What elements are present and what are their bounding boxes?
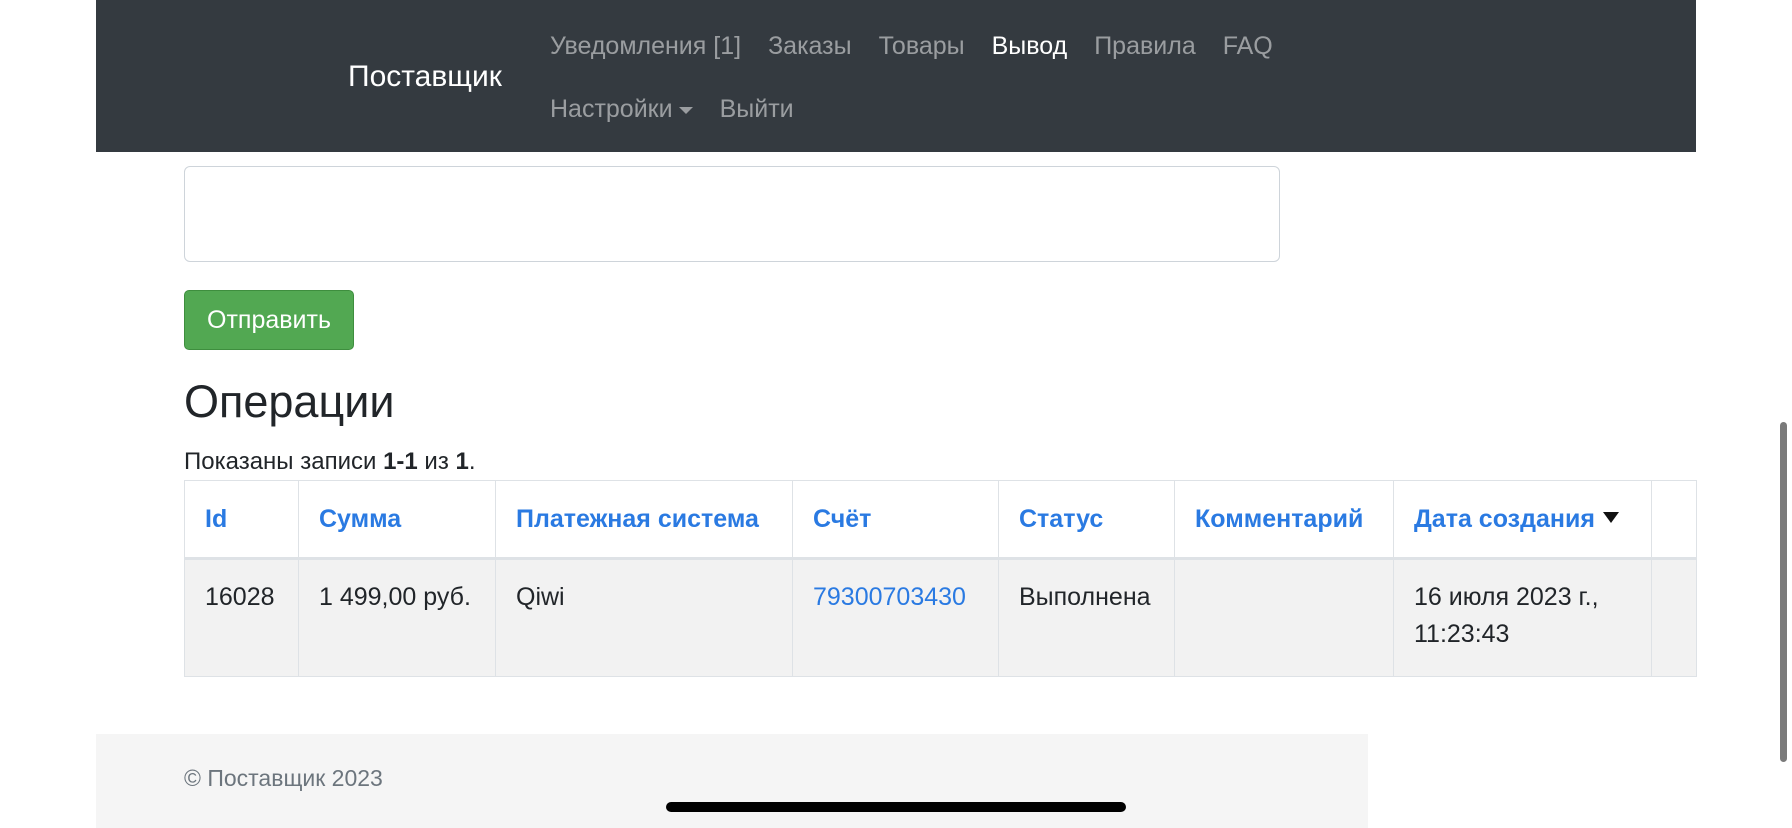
column-header-actions <box>1651 480 1697 560</box>
sort-desc-icon <box>1602 512 1619 524</box>
sort-link-id[interactable]: Id <box>205 505 227 533</box>
submit-button[interactable]: Отправить <box>184 290 354 350</box>
cell-created: 16 июля 2023 г., 11:23:43 <box>1393 558 1652 677</box>
nav-link-orders[interactable]: Заказы <box>768 24 852 68</box>
summary-range: 1-1 <box>383 448 418 475</box>
operations-table: Id Сумма Платежная система Счёт Статус К… <box>184 480 1697 677</box>
sort-link-amount[interactable]: Сумма <box>319 505 401 533</box>
summary-suffix: . <box>468 448 476 475</box>
cell-status: Выполнена <box>998 558 1175 677</box>
operations-title: Операции <box>184 376 395 427</box>
table-row: 16028 1 499,00 руб. Qiwi 79300703430 Вып… <box>184 558 1697 677</box>
sort-link-created[interactable]: Дата создания <box>1414 505 1619 533</box>
nav-dropdown-settings[interactable]: Настройки <box>550 87 693 131</box>
column-header-created: Дата создания <box>1393 480 1652 560</box>
nav-dropdown-settings-label: Настройки <box>550 95 673 123</box>
cell-comment <box>1174 558 1394 677</box>
scrollbar[interactable] <box>1780 422 1787 762</box>
page: Поставщик Уведомления [1] Заказы Товары … <box>0 0 1792 828</box>
nav-row-secondary: Настройки Выйти <box>550 87 821 131</box>
footer-copyright: © Поставщик 2023 <box>184 765 383 791</box>
column-header-payment-system: Платежная система <box>495 480 793 560</box>
nav-link-rules[interactable]: Правила <box>1094 24 1196 68</box>
caret-down-icon <box>678 106 693 114</box>
home-indicator[interactable] <box>666 802 1126 812</box>
column-header-id: Id <box>184 480 299 560</box>
sort-link-payment-system[interactable]: Платежная система <box>516 505 759 533</box>
cell-amount: 1 499,00 руб. <box>298 558 496 677</box>
column-header-amount: Сумма <box>298 480 496 560</box>
column-header-comment: Комментарий <box>1174 480 1394 560</box>
nav-row-primary: Уведомления [1] Заказы Товары Вывод Прав… <box>550 24 1300 68</box>
cell-account: 79300703430 <box>792 558 999 677</box>
nav-link-withdrawal[interactable]: Вывод <box>992 24 1068 68</box>
cell-payment-system: Qiwi <box>495 558 793 677</box>
summary-total: 1 <box>455 448 469 475</box>
records-summary: Показаны записи 1-1 из 1. <box>184 446 476 478</box>
created-time: 11:23:43 <box>1414 620 1510 648</box>
sort-link-status[interactable]: Статус <box>1019 505 1103 533</box>
nav-link-faq[interactable]: FAQ <box>1223 24 1273 68</box>
withdrawal-textarea[interactable] <box>184 166 1280 262</box>
table-header-row: Id Сумма Платежная система Счёт Статус К… <box>184 480 1697 560</box>
navbar: Поставщик Уведомления [1] Заказы Товары … <box>96 0 1696 152</box>
summary-prefix: Показаны записи <box>184 448 384 475</box>
nav-link-notifications[interactable]: Уведомления [1] <box>550 24 741 68</box>
cell-actions <box>1651 558 1697 677</box>
sort-link-comment[interactable]: Комментарий <box>1195 505 1363 533</box>
column-header-status: Статус <box>998 480 1175 560</box>
footer: © Поставщик 2023 <box>96 734 1368 828</box>
sort-link-created-label: Дата создания <box>1414 504 1595 533</box>
account-link[interactable]: 79300703430 <box>813 583 966 611</box>
summary-middle: из <box>417 448 456 475</box>
nav-link-products[interactable]: Товары <box>879 24 965 68</box>
column-header-account: Счёт <box>792 480 999 560</box>
sort-link-account[interactable]: Счёт <box>813 505 871 533</box>
nav-link-logout[interactable]: Выйти <box>720 87 794 131</box>
cell-id: 16028 <box>184 558 299 677</box>
created-date: 16 июля 2023 г., <box>1414 583 1599 611</box>
navbar-brand[interactable]: Поставщик <box>348 55 502 99</box>
